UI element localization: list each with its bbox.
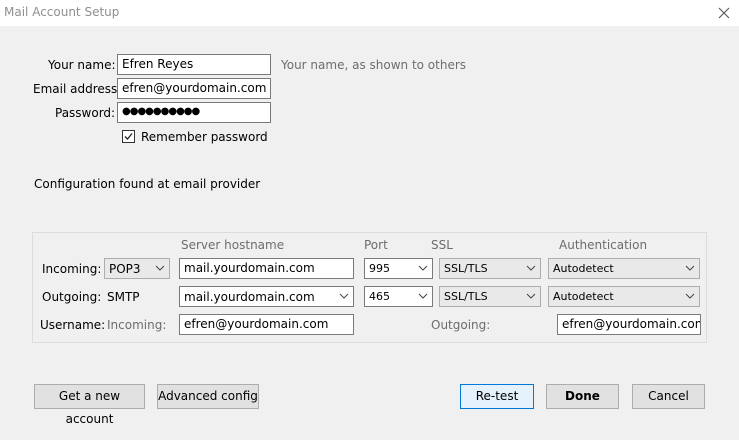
- incoming-auth-value: Autodetect: [553, 262, 614, 275]
- outgoing-hostname-value: mail.yourdomain.com: [184, 290, 315, 304]
- incoming-port-value: 995: [369, 262, 390, 275]
- incoming-ssl-value: SSL/TLS: [444, 262, 488, 275]
- chevron-down-icon: [526, 293, 536, 299]
- retest-button[interactable]: Re-test: [460, 384, 534, 409]
- chevron-down-icon: [339, 293, 349, 299]
- password-input[interactable]: ●●●●●●●●●●: [117, 102, 271, 123]
- server-hostname-header: Server hostname: [181, 238, 285, 252]
- port-header: Port: [364, 238, 388, 252]
- outgoing-auth-value: Autodetect: [553, 290, 614, 303]
- your-name-hint: Your name, as shown to others: [281, 58, 467, 72]
- email-address-label: Email address:: [33, 82, 122, 96]
- chevron-down-icon: [155, 265, 165, 271]
- configuration-status: Configuration found at email provider: [34, 177, 261, 191]
- chevron-down-icon: [418, 265, 428, 271]
- email-address-input[interactable]: efren@yourdomain.com: [117, 78, 271, 99]
- remember-password-checkbox[interactable]: [122, 130, 135, 143]
- username-incoming-input[interactable]: efren@yourdomain.com: [179, 314, 354, 335]
- chevron-down-icon: [418, 293, 428, 299]
- chevron-down-icon: [685, 265, 695, 271]
- outgoing-port-value: 465: [369, 290, 390, 303]
- outgoing-ssl-select[interactable]: SSL/TLS: [439, 286, 541, 307]
- authentication-header: Authentication: [559, 238, 648, 252]
- chevron-down-icon: [526, 265, 536, 271]
- username-outgoing-label: Outgoing:: [431, 318, 491, 332]
- ssl-header: SSL: [431, 238, 453, 252]
- incoming-port-select[interactable]: 995: [364, 258, 433, 279]
- password-label: Password:: [55, 106, 116, 120]
- check-icon: [124, 133, 133, 140]
- chevron-down-icon: [685, 293, 695, 299]
- incoming-ssl-select[interactable]: SSL/TLS: [439, 258, 541, 279]
- incoming-protocol-select[interactable]: POP3: [104, 258, 170, 279]
- done-button[interactable]: Done: [546, 384, 619, 409]
- incoming-hostname-input[interactable]: mail.yourdomain.com: [179, 258, 354, 279]
- window-title: Mail Account Setup: [4, 5, 120, 19]
- outgoing-label: Outgoing:: [42, 290, 102, 304]
- title-bar: Mail Account Setup: [0, 0, 739, 26]
- close-icon[interactable]: [714, 3, 734, 23]
- get-new-account-button[interactable]: Get a new account: [34, 384, 145, 426]
- incoming-label: Incoming:: [42, 262, 102, 276]
- username-label: Username:: [40, 318, 106, 332]
- remember-password-label: Remember password: [141, 130, 268, 144]
- incoming-auth-select[interactable]: Autodetect: [548, 258, 700, 279]
- cancel-button[interactable]: Cancel: [632, 384, 705, 409]
- username-outgoing-input[interactable]: efren@yourdomain.com: [557, 314, 701, 335]
- advanced-config-button[interactable]: Advanced config: [157, 384, 259, 409]
- outgoing-protocol: SMTP: [107, 290, 140, 304]
- your-name-input[interactable]: Efren Reyes: [117, 54, 271, 75]
- incoming-protocol-value: POP3: [109, 262, 141, 276]
- outgoing-auth-select[interactable]: Autodetect: [548, 286, 700, 307]
- outgoing-hostname-select[interactable]: mail.yourdomain.com: [179, 286, 354, 307]
- username-incoming-label: Incoming:: [107, 318, 167, 332]
- outgoing-ssl-value: SSL/TLS: [444, 290, 488, 303]
- outgoing-port-select[interactable]: 465: [364, 286, 433, 307]
- your-name-label: Your name:: [48, 58, 116, 72]
